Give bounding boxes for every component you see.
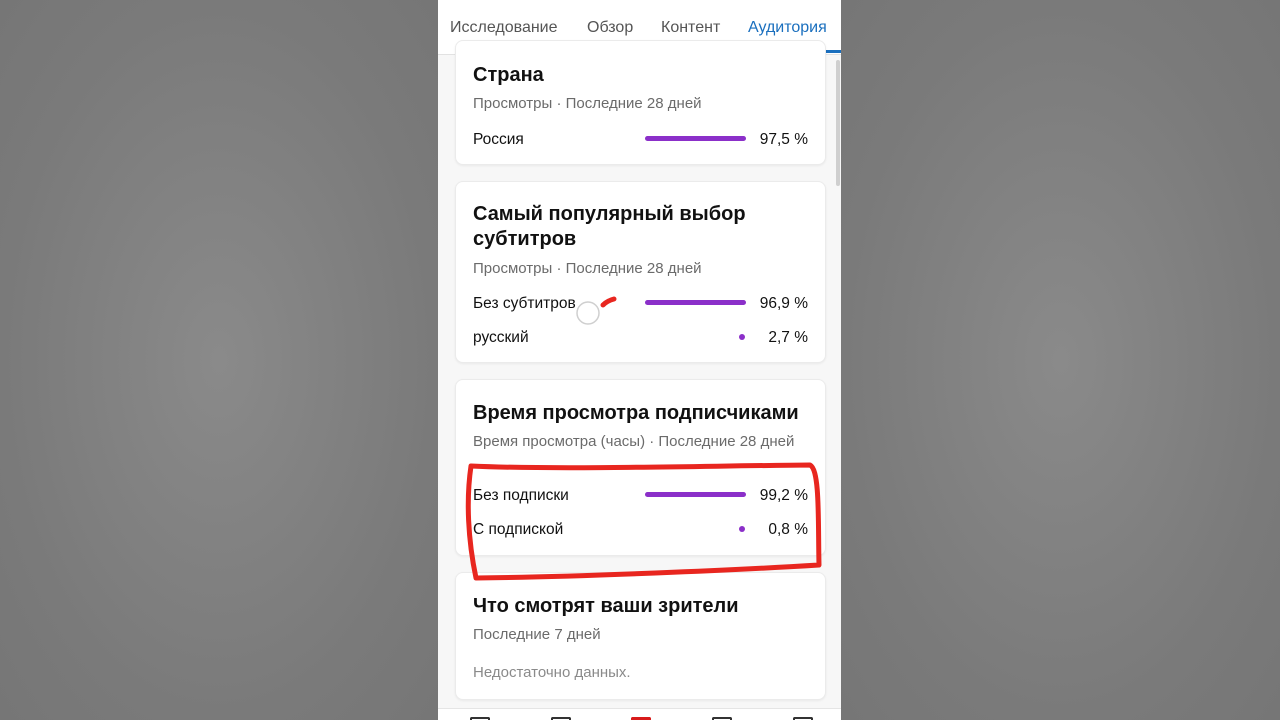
- tab-content[interactable]: Контент: [661, 19, 720, 37]
- row-value: 96,9 %: [759, 295, 808, 312]
- row-label-no-subtitles: Без субтитров: [473, 295, 576, 312]
- bottom-nav: [438, 708, 841, 720]
- percent-bar: [645, 300, 746, 305]
- row-value: 2,7 %: [768, 329, 808, 346]
- row-label-not-subscribed: Без подписки: [473, 487, 569, 504]
- scrollbar[interactable]: [836, 60, 840, 186]
- card-title: Что смотрят ваши зрители: [473, 595, 739, 617]
- subtitles-card[interactable]: Самый популярный выбор субтитров Просмот…: [455, 181, 826, 363]
- row-label-subscribed: С подпиской: [473, 521, 564, 538]
- background-left: [0, 0, 438, 720]
- no-data-text: Недостаточно данных.: [473, 664, 631, 681]
- row-label-russian: русский: [473, 329, 529, 346]
- phone-screen: Исследование Обзор Контент Аудитория Стр…: [438, 0, 841, 720]
- card-subtitle: Просмотры · Последние 28 дней: [473, 95, 702, 112]
- card-subtitle: Просмотры · Последние 28 дней: [473, 260, 702, 277]
- card-subtitle: Время просмотра (часы) · Последние 28 дн…: [473, 433, 795, 450]
- row-label-russia: Россия: [473, 131, 524, 148]
- row-value: 97,5 %: [759, 131, 808, 148]
- tab-research[interactable]: Исследование: [450, 19, 558, 37]
- percent-dot: [739, 334, 745, 340]
- row-value: 0,8 %: [768, 521, 808, 538]
- viewers-watch-card[interactable]: Что смотрят ваши зрители Последние 7 дне…: [455, 572, 826, 700]
- card-title: Страна: [473, 64, 544, 86]
- percent-bar: [645, 492, 746, 497]
- subscriber-watchtime-card[interactable]: Время просмотра подписчиками Время просм…: [455, 379, 826, 556]
- percent-bar: [645, 136, 746, 141]
- tab-overview[interactable]: Обзор: [587, 19, 633, 37]
- card-title: Время просмотра подписчиками: [473, 402, 799, 424]
- background-right: [841, 0, 1280, 720]
- tab-audience[interactable]: Аудитория: [748, 19, 827, 37]
- card-title: Самый популярный выбор субтитров: [473, 203, 746, 250]
- percent-dot: [739, 526, 745, 532]
- row-value: 99,2 %: [759, 487, 808, 504]
- card-subtitle: Последние 7 дней: [473, 626, 601, 643]
- country-card[interactable]: Страна Просмотры · Последние 28 дней Рос…: [455, 40, 826, 165]
